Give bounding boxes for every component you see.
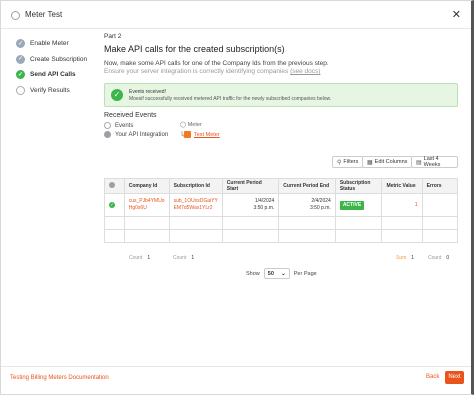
stat-company-count: Count 1: [129, 255, 151, 261]
company-id-cell[interactable]: cus_PJb4YMUo Hg0s6U: [123, 193, 170, 217]
step-send-api-calls[interactable]: ✓ Send API Calls: [16, 67, 87, 83]
columns-icon: ▦: [367, 159, 373, 166]
calendar-icon: ▤: [416, 159, 422, 166]
modal-title: Meter Test: [25, 10, 63, 19]
stat-errors-count: Count 0: [428, 255, 450, 261]
col-subscription-id[interactable]: Subscription Id: [168, 178, 223, 194]
test-meter-link[interactable]: Test Meter: [194, 132, 220, 138]
step-create-subscription[interactable]: ✓ Create Subscription: [16, 52, 87, 68]
col-metric-value[interactable]: Metric Value: [381, 178, 423, 194]
modal-footer: Testing Billing Meters Documentation Bac…: [1, 366, 471, 394]
edit-columns-button[interactable]: ▦ Edit Columns: [362, 156, 413, 168]
alert-title: Events received!: [129, 89, 166, 95]
period-end-cell: 2/4/2024 3:50 p.m.: [278, 193, 336, 217]
table-row: [104, 216, 459, 230]
status-badge: ACTIVE: [339, 200, 365, 210]
page-title: Make API calls for the created subscript…: [104, 44, 285, 54]
period-start-cell: 1/4/2024 3:50 p.m.: [221, 193, 280, 217]
subscriptions-table: Company Id Subscription Id Current Perio…: [104, 178, 459, 243]
col-subscription-status[interactable]: Subscription Status: [334, 178, 383, 194]
step-enable-meter[interactable]: ✓ Enable Meter: [16, 36, 87, 52]
stat-metric-sum: Sum 1: [396, 255, 415, 261]
part-label: Part 2: [104, 33, 122, 40]
documentation-link[interactable]: Testing Billing Meters Documentation: [10, 375, 109, 381]
subscription-id-cell[interactable]: sub_1OUxsDGaiYY EM7d5Wax1YLr2: [168, 193, 223, 217]
step-label: Verify Results: [30, 86, 70, 94]
page-size-select[interactable]: 50 ⌄: [263, 268, 290, 279]
check-icon: ✓: [16, 70, 25, 80]
docs-link[interactable]: (see docs): [290, 68, 320, 75]
chevron-down-icon: ⌄: [281, 270, 286, 277]
show-label: Show: [246, 270, 260, 277]
title-bar: Meter Test ✕: [1, 1, 471, 29]
status-cell: ACTIVE: [334, 193, 383, 217]
received-events-title: Received Events: [104, 112, 157, 119]
time-range-button[interactable]: ▤ Last 4 Weeks: [411, 156, 458, 168]
next-button[interactable]: Next: [445, 371, 464, 384]
empty-circle-icon: [16, 85, 25, 95]
col-company-id[interactable]: Company Id: [123, 178, 170, 194]
check-circle-icon: ✓: [111, 89, 123, 101]
filter-icon: ⚲: [337, 159, 342, 166]
check-icon: ✓: [16, 39, 25, 49]
steps-sidebar: ✓ Enable Meter ✓ Create Subscription ✓ S…: [16, 36, 87, 98]
table-row[interactable]: ✓ cus_PJb4YMUo Hg0s6U sub_1OUxsDGaiYY EM7d…: [104, 193, 459, 217]
step-verify-results[interactable]: Verify Results: [16, 83, 87, 99]
errors-cell: [421, 193, 459, 217]
radio-events[interactable]: Events: [104, 122, 133, 129]
col-period-start[interactable]: Current Period Start: [221, 178, 280, 194]
check-icon: ✓: [16, 54, 25, 64]
metric-value-cell: 1: [381, 193, 423, 217]
main-content: Part 2 Make API calls for the created su…: [104, 30, 459, 279]
filters-button[interactable]: ⚲ Filters: [332, 156, 364, 168]
table-row: [104, 229, 459, 243]
meter-badge-icon: [184, 131, 191, 138]
description: Now, make some API calls for one of the …: [104, 60, 329, 67]
table-header: Company Id Subscription Id Current Perio…: [104, 178, 459, 194]
select-all-icon: [109, 182, 115, 188]
per-page-label: Per Page: [293, 270, 317, 277]
radio-api-integration[interactable]: Your API Integration: [104, 131, 168, 138]
step-label: Enable Meter: [30, 40, 69, 48]
close-icon[interactable]: ✕: [452, 8, 461, 21]
success-alert: ✓ Events received! Moesif successfully r…: [104, 83, 458, 107]
stat-subscription-count: Count 1: [173, 255, 195, 261]
test-meter-node: Test Meter: [184, 131, 220, 138]
meter-icon: [11, 11, 20, 20]
description-secondary: Ensure your server integration is correc…: [104, 68, 321, 75]
select-all-header[interactable]: [104, 178, 125, 194]
step-label: Create Subscription: [30, 55, 88, 63]
col-period-end[interactable]: Current Period End: [278, 178, 336, 194]
meter-node: ◯ Meter: [180, 122, 202, 128]
step-label: Send API Calls: [30, 71, 76, 79]
radio-icon: [104, 131, 111, 138]
alert-body: Moesif successfully received metered API…: [129, 96, 332, 102]
check-icon: ✓: [109, 202, 115, 208]
col-errors[interactable]: Errors: [421, 178, 459, 194]
pager: Show 50 ⌄ Per Page: [246, 268, 317, 279]
radio-icon: [104, 122, 111, 129]
back-button[interactable]: Back: [426, 374, 439, 380]
